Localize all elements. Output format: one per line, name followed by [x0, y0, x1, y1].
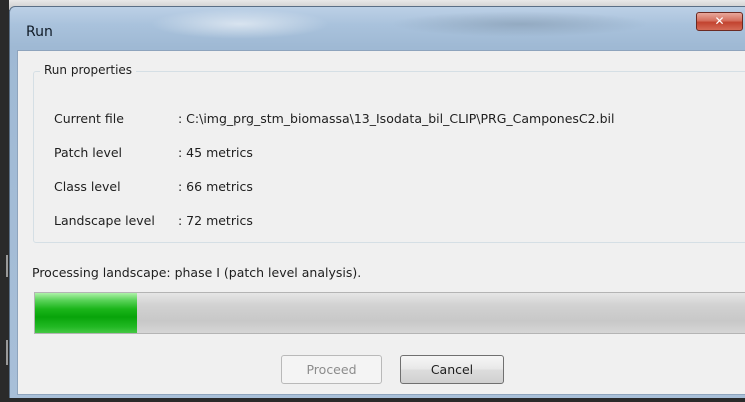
cancel-button[interactable]: Cancel — [400, 355, 504, 384]
bottom-screen-edge — [0, 398, 745, 402]
patch-level-label: Patch level — [54, 145, 123, 160]
close-button[interactable]: ✕ — [696, 12, 743, 31]
title-bar[interactable]: Run ✕ — [10, 7, 745, 52]
run-properties-legend: Run properties — [40, 63, 137, 77]
class-level-value: : 66 metrics — [178, 179, 253, 194]
run-dialog: Run ✕ Run properties Current file : C:\i… — [9, 6, 745, 399]
landscape-level-label: Landscape level — [54, 213, 155, 228]
current-file-label: Current file — [54, 111, 124, 126]
screen: Run ✕ Run properties Current file : C:\i… — [0, 0, 745, 402]
landscape-level-value: : 72 metrics — [178, 213, 253, 228]
class-level-label: Class level — [54, 179, 121, 194]
title-glow — [150, 9, 330, 39]
title-glow-secondary — [390, 11, 650, 37]
proceed-button[interactable]: Proceed — [281, 355, 382, 384]
patch-level-value: : 45 metrics — [178, 145, 253, 160]
current-file-value: : C:\img_prg_stm_biomassa\13_Isodata_bil… — [178, 111, 615, 126]
progress-bar — [34, 292, 745, 334]
progress-bar-fill — [35, 293, 137, 333]
left-screen-edge — [0, 0, 9, 402]
left-edge-mark — [6, 255, 8, 277]
window-title: Run — [26, 24, 53, 40]
left-edge-mark — [6, 340, 8, 365]
close-icon: ✕ — [714, 14, 725, 28]
status-text: Processing landscape: phase I (patch lev… — [32, 265, 362, 280]
dialog-client-area: Run properties Current file : C:\img_prg… — [17, 50, 745, 395]
